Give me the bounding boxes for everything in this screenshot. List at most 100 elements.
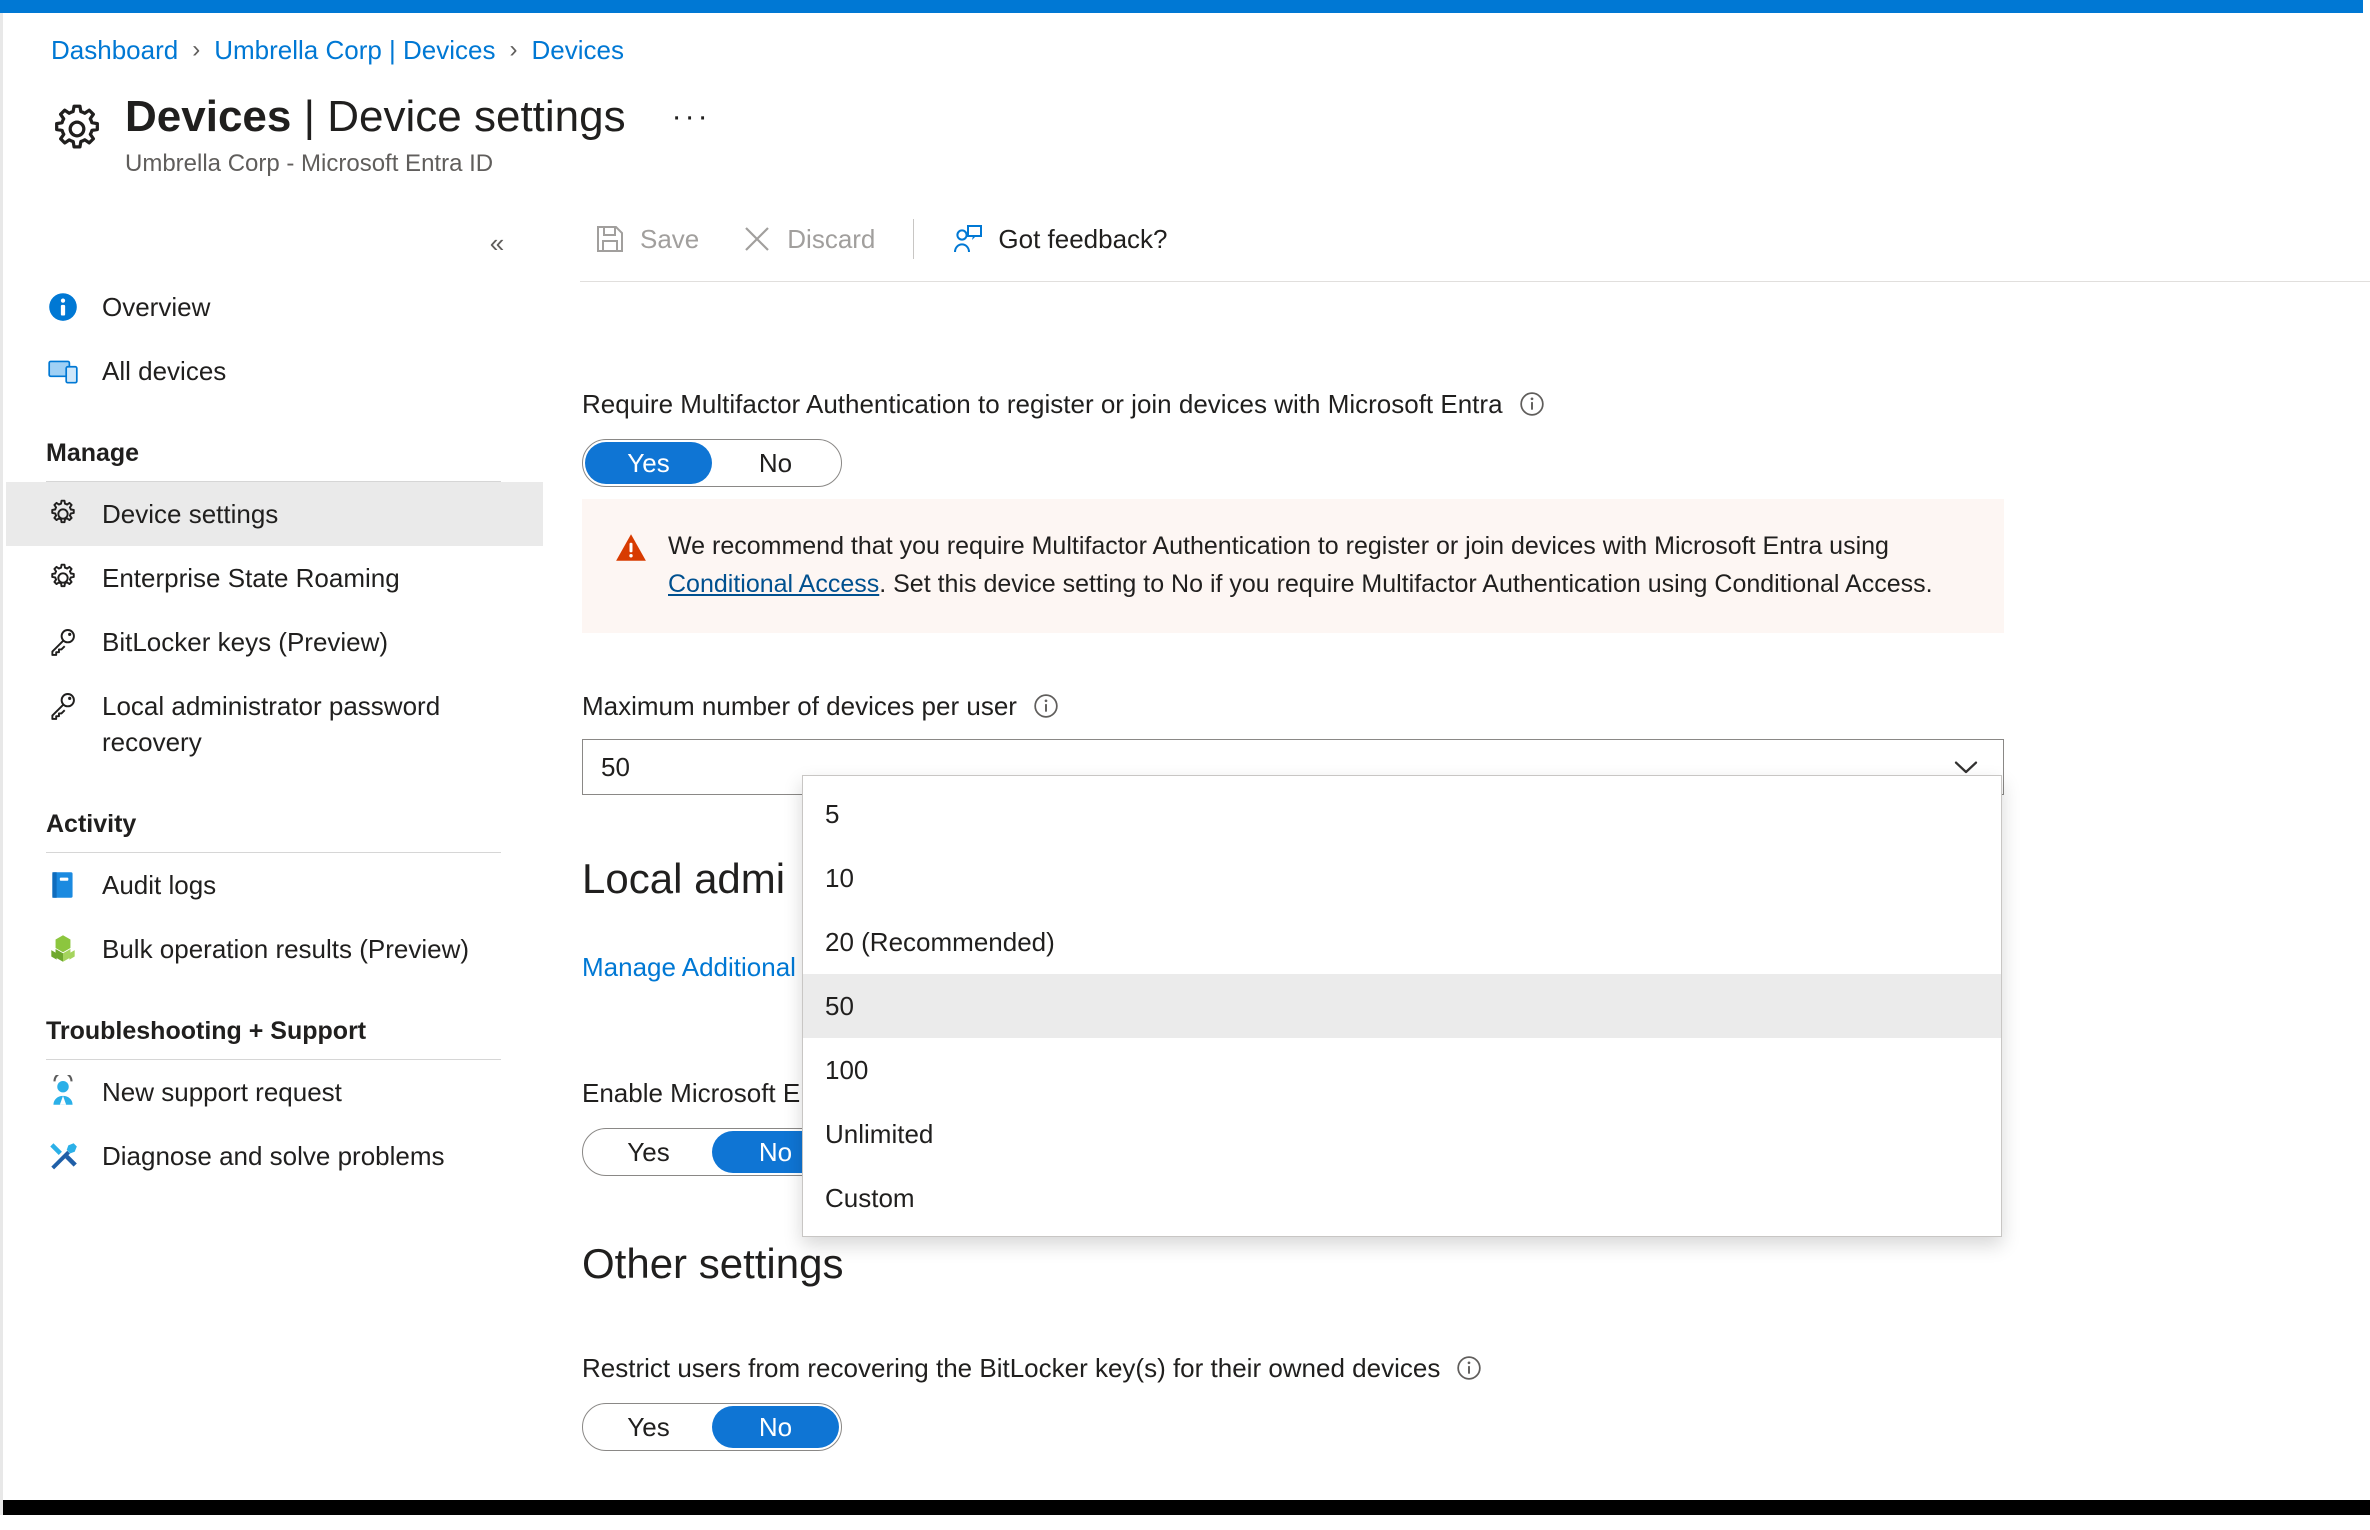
portal-page: Dashboard › Umbrella Corp | Devices › De… [0,13,2370,1515]
sidebar-item-label: Local administrator password recovery [102,691,441,757]
more-options-button[interactable]: ··· [664,98,719,136]
sidebar-item-audit-logs[interactable]: Audit logs [6,853,543,917]
person-support-icon [46,1071,80,1109]
sidebar-item-label: Audit logs [102,870,217,900]
info-icon[interactable] [1033,693,1059,719]
sidebar-group-title: Troubleshooting + Support [46,1017,367,1045]
command-bar: Save Discard Got feedback? [580,197,2370,281]
max-devices-label-row: Maximum number of devices per user [582,689,2004,723]
warning-text-after: . Set this device setting to No if you r… [879,570,1933,598]
page-subtitle: Umbrella Corp - Microsoft Entra ID [125,150,494,177]
save-disk-icon [594,223,626,255]
sidebar-item-diagnose-and-solve-problems[interactable]: Diagnose and solve problems [6,1124,543,1188]
mfa-toggle-yes[interactable]: Yes [585,442,712,484]
local-admin-toggle-yes[interactable]: Yes [585,1131,712,1173]
collapse-sidebar-button[interactable]: « [475,223,519,263]
bitlocker-restrict-toggle-yes[interactable]: Yes [585,1406,712,1448]
mfa-recommendation-text: We recommend that you require Multifacto… [668,527,1972,603]
sidebar-group-manage: Manage [6,403,543,482]
listbox-option-20-recommended[interactable]: 20 (Recommended) [803,910,2001,974]
breadcrumb-separator: › [509,36,518,63]
sidebar-item-label: BitLocker keys (Preview) [102,627,389,657]
section-other-settings: Other settings Restrict users from recov… [582,1237,1482,1451]
discard-label: Discard [787,224,876,254]
page-title: Devices | Device settings [125,91,626,143]
devices-icon [46,354,80,388]
sidebar-item-all-devices[interactable]: All devices [6,339,543,403]
divider [913,219,915,259]
save-button[interactable]: Save [580,211,713,267]
warning-text-before: We recommend that you require Multifacto… [668,532,1889,560]
sidebar-group-title: Manage [46,439,140,467]
got-feedback-label: Got feedback? [998,224,1168,254]
mfa-label-row: Require Multifactor Authentication to re… [582,387,1545,421]
key-icon [46,625,80,659]
conditional-access-link[interactable]: Conditional Access [668,570,879,598]
sidebar-item-device-settings[interactable]: Device settings [6,482,543,546]
feedback-person-icon [952,223,984,255]
bottom-strip [3,1500,2370,1515]
mfa-toggle[interactable]: Yes No [582,439,842,487]
breadcrumb-item-umbrella-corp-devices[interactable]: Umbrella Corp | Devices [214,35,495,65]
listbox-option-5[interactable]: 5 [803,782,2001,846]
warning-triangle-icon [614,531,648,565]
bitlocker-restrict-toggle[interactable]: Yes No [582,1403,842,1451]
breadcrumb: Dashboard › Umbrella Corp | Devices › De… [51,35,624,65]
info-circle-icon [46,290,80,324]
other-settings-heading: Other settings [582,1240,844,1287]
sidebar-item-overview[interactable]: Overview [6,275,543,339]
cubes-icon [46,932,80,966]
sidebar-item-bulk-operation-results[interactable]: Bulk operation results (Preview) [6,917,543,981]
page-title-separator: | [291,92,328,141]
mfa-label: Require Multifactor Authentication to re… [582,389,1503,419]
gear-icon [46,561,80,595]
sidebar-item-label: Enterprise State Roaming [102,563,400,593]
sidebar-item-local-administrator-password-recovery[interactable]: Local administrator password recovery [6,674,543,774]
close-x-icon [741,223,773,255]
sidebar-item-enterprise-state-roaming[interactable]: Enterprise State Roaming [6,546,543,610]
sidebar: « Overview All devices Manage Device set… [6,228,543,1515]
sidebar-item-bitlocker-keys[interactable]: BitLocker keys (Preview) [6,610,543,674]
gear-icon [51,103,103,155]
bitlocker-restrict-label: Restrict users from recovering the BitLo… [582,1353,1441,1383]
sidebar-item-label: Device settings [102,499,279,529]
sidebar-item-label: All devices [102,356,227,386]
listbox-option-unlimited[interactable]: Unlimited [803,1102,2001,1166]
sidebar-group-activity: Activity [6,774,543,853]
book-icon [46,868,80,902]
sidebar-item-label: Overview [102,292,211,322]
listbox-option-50[interactable]: 50 [803,974,2001,1038]
info-icon[interactable] [1519,391,1545,417]
sidebar-item-new-support-request[interactable]: New support request [6,1060,543,1124]
save-label: Save [640,224,700,254]
main-content: Save Discard Got feedback? Require Multi… [580,197,2370,1515]
info-icon[interactable] [1456,1355,1482,1381]
discard-button[interactable]: Discard [727,211,889,267]
bitlocker-restrict-toggle-no[interactable]: No [712,1406,839,1448]
key-icon [46,689,80,723]
page-header: Devices | Device settings ··· Umbrella C… [51,91,719,179]
sidebar-item-label: Bulk operation results (Preview) [102,934,470,964]
mfa-toggle-no[interactable]: No [712,442,839,484]
sidebar-nav-list: Overview All devices Manage Device setti… [6,275,543,1188]
sidebar-item-label: New support request [102,1077,342,1107]
wrench-screwdriver-icon [46,1139,80,1173]
page-title-secondary: Device settings [327,92,626,141]
page-title-primary: Devices [125,92,292,141]
setting-mfa: Require Multifactor Authentication to re… [582,387,1545,487]
breadcrumb-separator: › [192,36,201,63]
max-devices-listbox[interactable]: 5 10 20 (Recommended) 50 100 Unlimited C… [802,775,2002,1237]
listbox-option-custom[interactable]: Custom [803,1166,2001,1230]
mfa-recommendation-banner: We recommend that you require Multifacto… [582,499,2004,633]
max-devices-label: Maximum number of devices per user [582,691,1017,721]
listbox-option-10[interactable]: 10 [803,846,2001,910]
got-feedback-button[interactable]: Got feedback? [938,211,1181,267]
breadcrumb-item-dashboard[interactable]: Dashboard [51,35,178,65]
max-devices-value: 50 [601,752,630,782]
sidebar-group-troubleshooting-support: Troubleshooting + Support [6,981,543,1060]
bitlocker-restrict-label-row: Restrict users from recovering the BitLo… [582,1351,1482,1385]
gear-icon [46,497,80,531]
breadcrumb-item-devices[interactable]: Devices [531,35,623,65]
listbox-option-100[interactable]: 100 [803,1038,2001,1102]
divider [580,281,2370,282]
